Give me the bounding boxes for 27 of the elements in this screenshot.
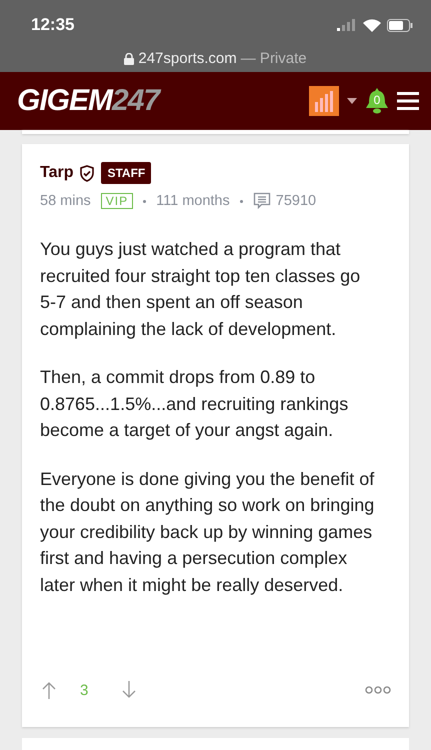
downvote-icon[interactable] (122, 681, 136, 699)
site-logo[interactable]: GIGEM247 (17, 84, 309, 118)
more-options-icon[interactable] (365, 686, 391, 694)
private-label: — Private (240, 50, 307, 67)
post-paragraph: Then, a commit drops from 0.89 to 0.8765...1.5%...and recruiting rankings become a target of your angst again. (40, 366, 350, 442)
comment-icon (252, 192, 271, 210)
staff-badge: STAFF (101, 162, 152, 184)
clock-time: 12:35 (31, 15, 74, 35)
battery-icon (387, 18, 413, 32)
post-time: 58 mins (40, 193, 91, 209)
vote-count: 3 (80, 682, 90, 698)
upvote-icon[interactable] (42, 681, 56, 699)
separator-dot (240, 200, 243, 202)
wifi-icon (363, 18, 381, 32)
separator-dot (143, 200, 146, 202)
url-domain[interactable]: 247sports.com (138, 50, 237, 67)
menu-icon[interactable] (397, 91, 419, 111)
signal-icon (337, 19, 357, 31)
post-paragraph: You guys just watched a program that recruited four straight top ten classes go 5-7 and then spent an off season complaining the lack of development. (40, 238, 362, 341)
author-name[interactable]: Tarp (40, 164, 74, 182)
caret-icon[interactable] (347, 98, 357, 104)
member-tenure: 111 months (156, 193, 230, 209)
post-paragraph: Everyone is done giving you the benefit of the doubt on anything so work on bringing your credibility back up by winning games first and having a persecution complex later when it might be really deserved. (40, 468, 376, 597)
shield-check-icon (79, 164, 96, 182)
post-count: 75910 (276, 193, 316, 209)
vip-badge: VIP (100, 193, 134, 209)
lock-icon (124, 53, 134, 65)
